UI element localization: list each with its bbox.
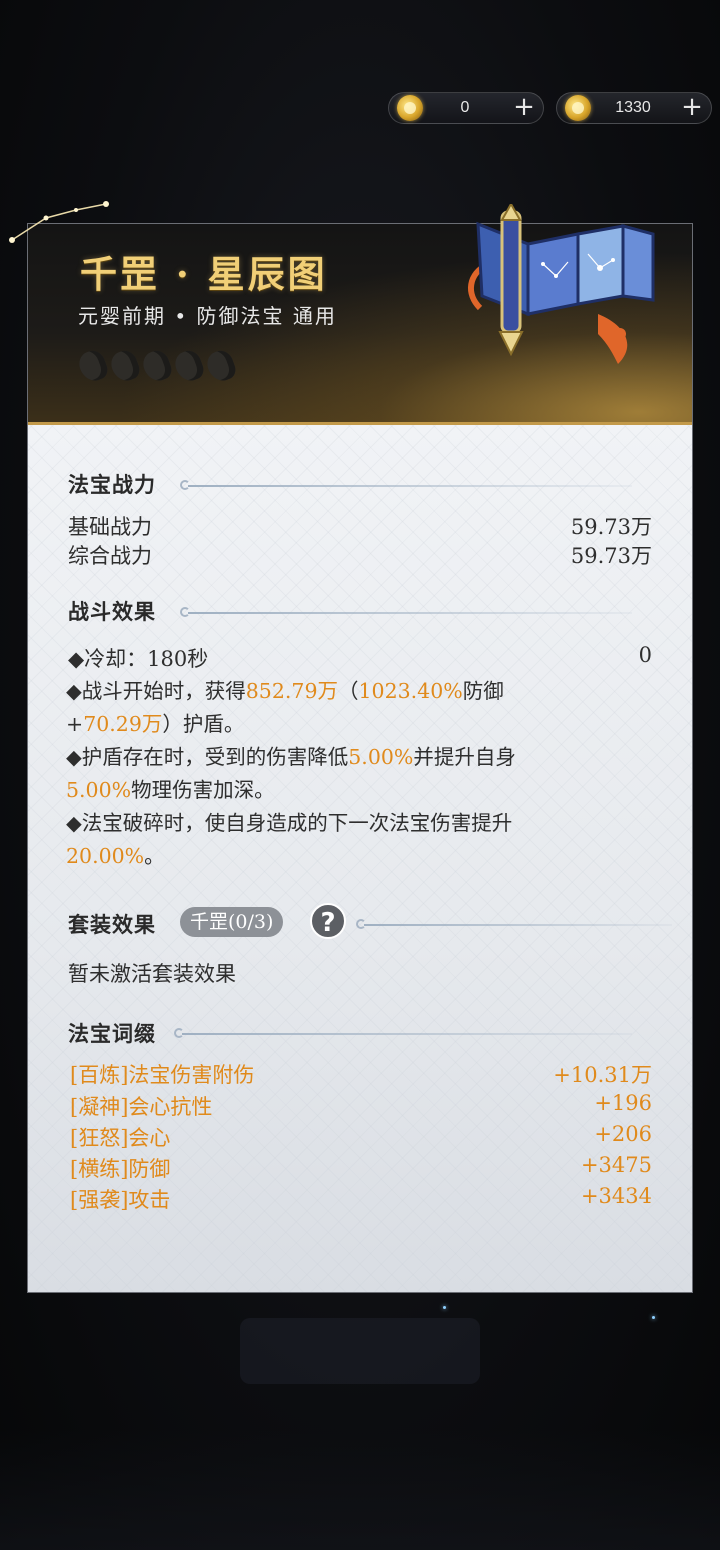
affix-label: [凝神]会心抗性 xyxy=(70,1095,213,1119)
item-subtitle: 元婴前期 • 防御法宝 通用 xyxy=(78,304,337,328)
affix-row: [狂怒]会心 +206 xyxy=(70,1122,652,1152)
star-empty-icon xyxy=(171,347,207,385)
gold-pouch-icon xyxy=(565,95,591,121)
background-bottom-bar xyxy=(0,1430,720,1550)
effect-line: +70.29万）护盾。 xyxy=(66,712,245,736)
affix-label: [横练]防御 xyxy=(70,1157,171,1181)
help-icon[interactable]: ? xyxy=(310,903,346,939)
star-empty-icon xyxy=(107,347,143,385)
effect-line: ◆护盾存在时，受到的伤害降低5.00%并提升自身 xyxy=(66,745,516,769)
affix-label: [狂怒]会心 xyxy=(70,1126,171,1150)
star-rating xyxy=(75,347,239,385)
affix-row: [强袭]攻击 +3434 xyxy=(70,1184,652,1214)
cooldown-label: ◆冷却：180秒 xyxy=(68,647,209,671)
power-row-value: 59.73万 xyxy=(570,515,652,539)
item-title: 千罡 · 星辰图 xyxy=(80,252,328,296)
artifact-detail-card: 千罡 · 星辰图 元婴前期 • 防御法宝 通用 法宝战力 基础战力 59.73万… xyxy=(9,201,693,1293)
effect-line: ◆法宝破碎时，使自身造成的下一次法宝伤害提升 xyxy=(66,811,513,835)
affix-value: +10.31万 xyxy=(553,1063,652,1087)
section-divider xyxy=(174,1028,632,1038)
currency-pouch: 1330 + xyxy=(556,92,712,124)
section-divider xyxy=(356,919,672,929)
section-power-title: 法宝战力 xyxy=(68,472,156,497)
affix-value: +206 xyxy=(594,1122,652,1146)
gold-ingot-icon xyxy=(397,95,423,121)
set-none-row: 暂未激活套装效果 xyxy=(68,958,652,988)
power-row-base: 基础战力 59.73万 xyxy=(68,511,652,541)
star-empty-icon xyxy=(139,347,175,385)
add-ingot-button[interactable]: + xyxy=(511,93,537,121)
card-content: 法宝战力 基础战力 59.73万 综合战力 59.73万 战斗效果 ◆冷却：18… xyxy=(28,425,692,1292)
section-effect-title: 战斗效果 xyxy=(68,599,156,624)
set-badge: 千罡(0/3) xyxy=(180,907,284,937)
sparkle xyxy=(652,1316,655,1319)
star-scroll-artifact-icon xyxy=(468,204,655,364)
currency-pouch-value: 1330 xyxy=(615,99,651,116)
affix-row: [横练]防御 +3475 xyxy=(70,1153,652,1183)
affix-row: [百炼]法宝伤害附伤 +10.31万 xyxy=(70,1059,652,1089)
affix-row: [凝神]会心抗性 +196 xyxy=(70,1091,652,1121)
effect-cooldown-row: ◆冷却：180秒 0 xyxy=(68,643,652,673)
affix-value: +196 xyxy=(594,1091,652,1115)
effect-line: ◆战斗开始时，获得852.79万（1023.40%防御 xyxy=(66,679,504,703)
cooldown-value: 0 xyxy=(638,643,652,667)
effect-line: 5.00%物理伤害加深。 xyxy=(66,778,275,802)
power-row-total: 综合战力 59.73万 xyxy=(68,540,652,570)
affix-label: [强袭]攻击 xyxy=(70,1188,171,1212)
affix-value: +3434 xyxy=(580,1184,652,1208)
star-empty-icon xyxy=(203,347,239,385)
effect-description: ◆战斗开始时，获得852.79万（1023.40%防御 +70.29万）护盾。 … xyxy=(66,675,654,873)
sparkle xyxy=(443,1306,446,1309)
star-empty-icon xyxy=(75,347,111,385)
affix-label: [百炼]法宝伤害附伤 xyxy=(70,1063,255,1087)
power-row-label: 基础战力 xyxy=(68,515,152,539)
power-row-label: 综合战力 xyxy=(68,544,152,568)
section-divider xyxy=(180,480,632,490)
constellation-decor-icon xyxy=(9,201,109,243)
set-none-text: 暂未激活套装效果 xyxy=(68,962,236,986)
add-pouch-button[interactable]: + xyxy=(679,93,705,121)
card-header: 千罡 · 星辰图 元婴前期 • 防御法宝 通用 xyxy=(9,201,692,425)
currency-ingot-value: 0 xyxy=(460,99,470,116)
section-set-title: 套装效果 xyxy=(68,912,156,937)
section-affix-title: 法宝词缀 xyxy=(68,1021,156,1046)
currency-ingot: 0 + xyxy=(388,92,544,124)
power-row-value: 59.73万 xyxy=(570,544,652,568)
section-divider xyxy=(180,607,632,617)
background-button-blurred xyxy=(240,1318,480,1384)
affix-value: +3475 xyxy=(580,1153,652,1177)
effect-line: 20.00%。 xyxy=(66,844,165,868)
